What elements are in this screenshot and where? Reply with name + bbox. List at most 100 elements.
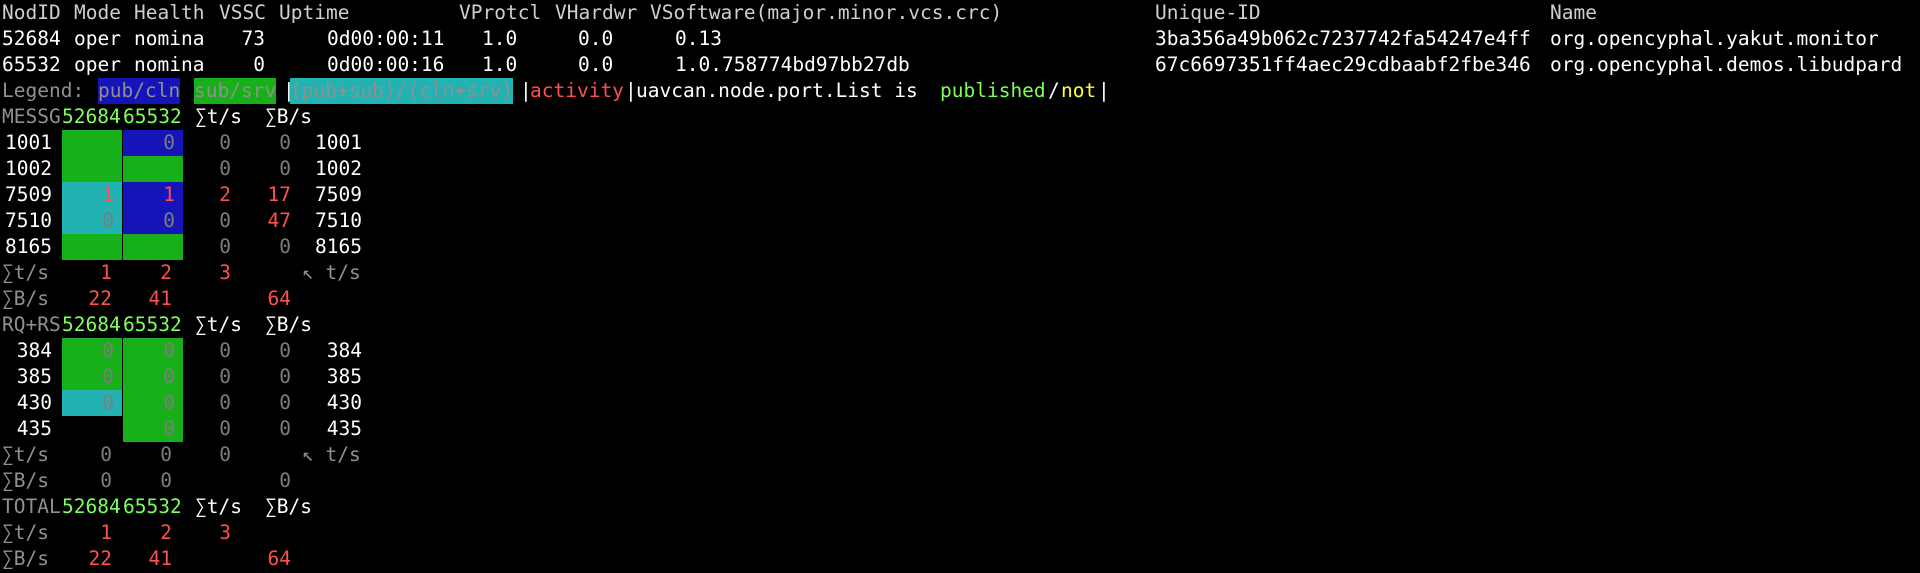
legend-separator: | (1098, 79, 1110, 102)
node-cell-health: nomina (134, 27, 205, 50)
port-row: 8165 0 0 8165 (0, 234, 1920, 260)
row-bs: 0 (279, 417, 291, 440)
node-col-header: 65532 (123, 495, 182, 518)
port-row: 7510 0 0 0 47 7510 (0, 208, 1920, 234)
port-row: 7509 1 1 2 17 7509 (0, 182, 1920, 208)
node-table-header: NodID Mode Health VSSC Uptime VProtcl VHardwr V… (0, 0, 1920, 26)
header-health: Health (134, 1, 205, 24)
legend-activity: activity (530, 79, 624, 102)
sum-total: 3 (219, 521, 231, 544)
sum-value: 41 (148, 287, 172, 310)
col-bs-header: ∑B/s (265, 495, 312, 518)
node-col-header: 65532 (123, 105, 182, 128)
port-id: 430 (16, 391, 52, 414)
traffic-cell (62, 416, 122, 442)
col-bs-header: ∑B/s (265, 105, 312, 128)
port-id-right: 7510 (315, 209, 362, 232)
node-row: 65532 oper nomina 0 0d00:00:16 1.0 0.0 1.0.7587… (0, 52, 1920, 78)
legend-both: (pub+sub)/(cln+srv) (290, 78, 514, 104)
row-bs: 0 (279, 157, 291, 180)
header-nodid: NodID (2, 1, 61, 24)
port-row: 430 0 0 0 0 430 (0, 390, 1920, 416)
port-id: 1002 (5, 157, 52, 180)
row-bs: 47 (267, 209, 291, 232)
services-header: RQ+RS 52684 65532 ∑t/s ∑B/s (0, 312, 1920, 338)
sum-value: 0 (160, 443, 172, 466)
total-sum_ts: ∑t/s 1 2 3 (0, 520, 1920, 546)
sum-value: 0 (100, 443, 112, 466)
sum-value: 1 (100, 521, 112, 544)
sum-value: 22 (88, 547, 112, 570)
traffic-cell (62, 156, 122, 182)
port-row: 384 0 0 0 0 384 (0, 338, 1920, 364)
port-id-right: 384 (326, 339, 362, 362)
port-id-right: 8165 (315, 235, 362, 258)
row-ts: 0 (219, 131, 231, 154)
traffic-cell: 0 (62, 364, 122, 390)
header-uptime: Uptime (279, 1, 350, 24)
node-cell-unique-id: 3ba356a49b062c7237742fa54247e4ff (1155, 27, 1531, 50)
messages-sum_bs: ∑B/s 22 41 64 (0, 286, 1920, 312)
node-cell-nodid: 52684 (2, 27, 61, 50)
sum-label: ∑t/s (2, 261, 49, 284)
services-sum_ts: ∑t/s 0 0 0 ↖ t/s (0, 442, 1920, 468)
traffic-cell: 1 (123, 182, 183, 208)
row-bs: 0 (279, 235, 291, 258)
port-row: 1002 0 0 1002 (0, 156, 1920, 182)
services-title: RQ+RS (2, 313, 61, 336)
node-cell-vhardwr: 0.0 (578, 27, 614, 50)
row-ts: 0 (219, 339, 231, 362)
sum-label: ∑t/s (2, 443, 49, 466)
legend-published: published (940, 79, 1046, 102)
legend-separator: | (625, 79, 637, 102)
sum-value: 22 (88, 287, 112, 310)
port-id: 7510 (5, 209, 52, 232)
total-sum_bs: ∑B/s 22 41 64 (0, 546, 1920, 572)
node-col-header: 52684 (62, 495, 121, 518)
header-mode: Mode (74, 1, 121, 24)
traffic-cell: 0 (62, 208, 122, 234)
row-ts: 0 (219, 209, 231, 232)
sum-total: 3 (219, 261, 231, 284)
sum-total: 0 (279, 469, 291, 492)
node-cell-vprotcl: 1.0 (482, 27, 518, 50)
node-col-header: 52684 (62, 313, 121, 336)
node-cell-name: org.opencyphal.yakut.monitor (1550, 27, 1879, 50)
traffic-cell: 0 (123, 416, 183, 442)
legend-not: not (1061, 79, 1097, 102)
traffic-cell: 0 (123, 338, 183, 364)
header-vsoftware: VSoftware(major.minor.vcs.crc) (650, 1, 1003, 24)
traffic-cell: 1 (62, 182, 122, 208)
sum-total: 0 (219, 443, 231, 466)
node-cell-name: org.opencyphal.demos.libudpard (1550, 53, 1903, 76)
sum-label: ∑t/s (2, 521, 49, 544)
port-id-right: 435 (326, 417, 362, 440)
row-ts: 0 (219, 157, 231, 180)
legend-slash: / (1048, 79, 1060, 102)
sum-note: ↖ t/s (302, 443, 361, 466)
header-unique-id: Unique-ID (1155, 1, 1261, 24)
port-id: 384 (16, 339, 52, 362)
row-ts: 0 (219, 365, 231, 388)
node-col-header: 65532 (123, 313, 182, 336)
port-id: 385 (16, 365, 52, 388)
sum-label: ∑B/s (2, 469, 49, 492)
row-ts: 2 (219, 183, 231, 206)
traffic-cell: 0 (62, 390, 122, 416)
total-title: TOTAL (2, 495, 61, 518)
traffic-cell: 0 (62, 338, 122, 364)
messages-header: MESSG 52684 65532 ∑t/s ∑B/s (0, 104, 1920, 130)
legend-sub-srv: sub/srv (194, 78, 277, 104)
legend-label: Legend: (2, 79, 85, 102)
node-cell-vhardwr: 0.0 (578, 53, 614, 76)
node-cell-health: nomina (134, 53, 205, 76)
row-bs: 0 (279, 365, 291, 388)
traffic-cell (123, 156, 183, 182)
row-bs: 0 (279, 339, 291, 362)
port-row: 1001 0 0 0 1001 (0, 130, 1920, 156)
node-col-header: 52684 (62, 105, 121, 128)
row-bs: 0 (279, 131, 291, 154)
row-bs: 17 (267, 183, 291, 206)
messages-sum_ts: ∑t/s 1 2 3 ↖ t/s (0, 260, 1920, 286)
header-vprotcl: VProtcl (459, 1, 542, 24)
